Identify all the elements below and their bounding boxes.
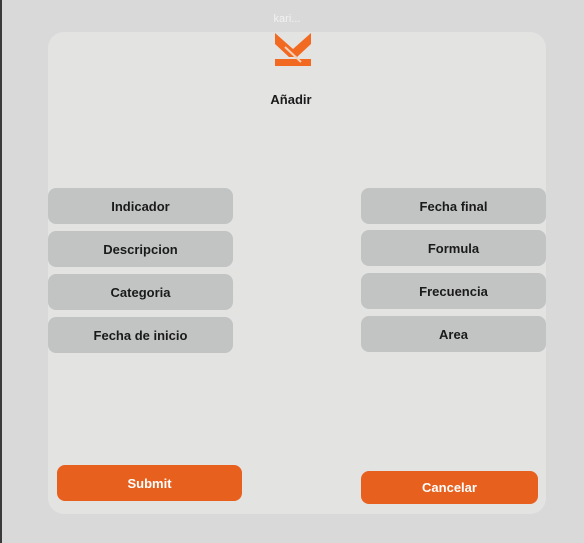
- field-frecuencia[interactable]: Frecuencia: [361, 273, 546, 309]
- field-fecha-final[interactable]: Fecha final: [361, 188, 546, 224]
- brand-logo-icon: [275, 33, 311, 66]
- submit-button[interactable]: Submit: [57, 465, 242, 501]
- window-left-edge: [0, 0, 2, 543]
- page-title: Añadir: [270, 92, 312, 107]
- field-fecha-de-inicio[interactable]: Fecha de inicio: [48, 317, 233, 353]
- field-area[interactable]: Area: [361, 316, 546, 352]
- field-descripcion[interactable]: Descripcion: [48, 231, 233, 267]
- field-formula[interactable]: Formula: [361, 230, 546, 266]
- window-top-label: kari...: [273, 13, 301, 25]
- cancel-button[interactable]: Cancelar: [361, 471, 538, 504]
- field-categoria[interactable]: Categoria: [48, 274, 233, 310]
- field-indicador[interactable]: Indicador: [48, 188, 233, 224]
